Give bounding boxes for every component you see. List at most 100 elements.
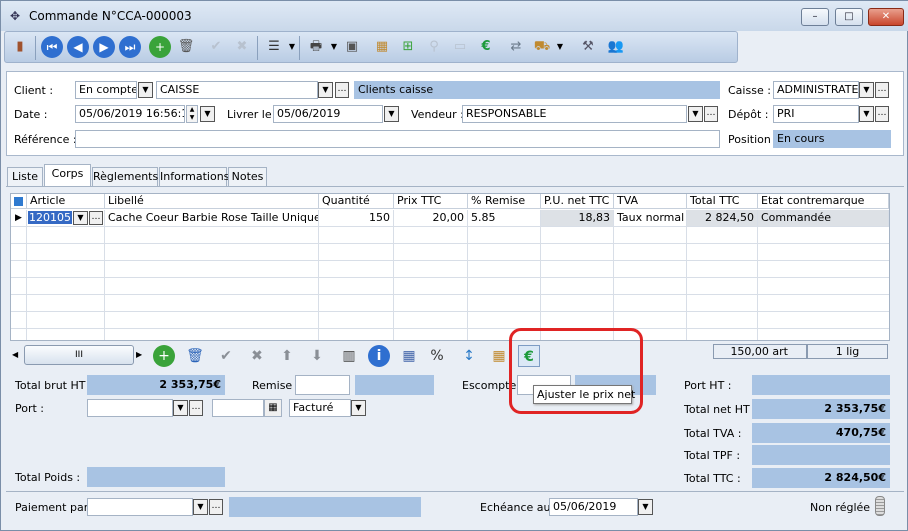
preview-icon[interactable]: ▣ xyxy=(341,36,363,58)
first-record-icon[interactable]: ⏮ xyxy=(41,36,63,58)
tab-reglements[interactable]: Règlements xyxy=(92,167,158,186)
tools-icon[interactable]: ⚒ xyxy=(577,36,599,58)
livrer-date-input[interactable]: 05/06/2019 xyxy=(273,105,383,123)
transfer-icon[interactable]: ⇄ xyxy=(505,36,527,58)
col-header-quantite[interactable]: Quantité xyxy=(319,194,394,209)
last-record-icon[interactable]: ⏭ xyxy=(119,36,141,58)
chevron-down-icon[interactable]: ▼ xyxy=(138,82,153,98)
scroll-left-icon[interactable]: ◀ xyxy=(12,347,22,363)
quantite-cell[interactable]: 150 xyxy=(319,210,394,227)
maximize-button[interactable]: □ xyxy=(835,8,863,26)
barcode-icon[interactable]: ▥ xyxy=(338,345,360,367)
col-header-tva[interactable]: TVA xyxy=(614,194,687,209)
chevron-down-icon[interactable]: ▼ xyxy=(351,400,366,416)
chevron-down-icon[interactable]: ▼ xyxy=(200,106,215,122)
port-browse-button[interactable]: … xyxy=(189,400,203,416)
chevron-down-icon[interactable]: ▼ xyxy=(318,82,333,98)
prix-cell[interactable]: 20,00 xyxy=(394,210,468,227)
date-input[interactable]: 05/06/2019 16:56:11 xyxy=(75,105,185,123)
chevron-down-icon[interactable]: ▼ xyxy=(73,211,88,225)
select-all-header[interactable] xyxy=(11,194,27,209)
total-cell: 2 824,50 xyxy=(687,210,758,227)
port-select[interactable] xyxy=(87,399,173,417)
tab-notes[interactable]: Notes xyxy=(228,167,267,186)
next-record-icon[interactable]: ▶ xyxy=(93,36,115,58)
article-browse-button[interactable]: … xyxy=(89,211,103,225)
vertical-arrows-icon[interactable]: ↕ xyxy=(458,345,480,367)
minimize-button[interactable]: – xyxy=(801,8,829,26)
calculator-icon[interactable]: ▦ xyxy=(264,399,282,417)
info-icon[interactable]: i xyxy=(368,345,390,367)
port-ht-label: Port HT : xyxy=(684,379,732,392)
remise-input[interactable] xyxy=(295,375,350,395)
delete-line-icon[interactable]: 🗑 xyxy=(184,345,206,367)
col-header-etat[interactable]: Etat contremarque xyxy=(758,194,889,209)
caisse-select[interactable]: ADMINISTRATE xyxy=(773,81,859,99)
depot-browse-button[interactable]: … xyxy=(875,106,889,122)
exit-door-icon[interactable]: ▮ xyxy=(9,36,31,58)
package-icon[interactable]: ▦ xyxy=(371,36,393,58)
chevron-down-icon[interactable]: ▼ xyxy=(193,499,208,515)
vendeur-browse-button[interactable]: … xyxy=(704,106,718,122)
col-header-article[interactable]: Article xyxy=(27,194,105,209)
paiement-select[interactable] xyxy=(87,498,193,516)
chevron-down-icon[interactable]: ▼ xyxy=(173,400,188,416)
remise-cell[interactable]: 5.85 xyxy=(468,210,541,227)
move-up-icon[interactable]: ⬆ xyxy=(276,345,298,367)
scroll-right-icon[interactable]: ▶ xyxy=(136,347,146,363)
libelle-cell[interactable]: Cache Coeur Barbie Rose Taille Unique xyxy=(105,210,319,227)
chevron-down-icon[interactable]: ▼ xyxy=(549,36,571,58)
client-browse-button[interactable]: … xyxy=(335,82,349,98)
echeance-date-input[interactable]: 05/06/2019 xyxy=(549,498,638,516)
col-header-libelle[interactable]: Libellé xyxy=(105,194,319,209)
boxes-icon[interactable]: ▦ xyxy=(488,345,510,367)
tab-liste[interactable]: Liste xyxy=(7,167,43,186)
facture-select[interactable]: Facturé xyxy=(289,399,351,417)
cancel-line-icon[interactable]: ✖ xyxy=(246,345,268,367)
echeance-label: Echéance au : xyxy=(480,501,558,514)
port-amount-input[interactable] xyxy=(212,399,264,417)
percent-icon[interactable]: % xyxy=(426,345,448,367)
link-icon: ⚲ xyxy=(429,39,439,54)
article-cell[interactable]: 120105 xyxy=(28,211,72,224)
col-header-total-ttc[interactable]: Total TTC xyxy=(687,194,758,209)
new-document-icon[interactable]: ⊞ xyxy=(397,36,419,58)
col-header-pu-net[interactable]: P.U. net TTC xyxy=(541,194,614,209)
euro-icon[interactable]: € xyxy=(475,36,497,58)
depot-select[interactable]: PRI xyxy=(773,105,859,123)
paiement-label: Paiement par : xyxy=(15,501,96,514)
chevron-down-icon[interactable]: ▼ xyxy=(688,106,703,122)
client-type-select[interactable]: En compte xyxy=(75,81,137,99)
tab-informations[interactable]: Informations xyxy=(159,167,229,186)
chevron-down-icon[interactable]: ▼ xyxy=(638,499,653,515)
close-button[interactable]: ✕ xyxy=(868,8,904,26)
reference-input[interactable] xyxy=(75,130,720,148)
footer-divider xyxy=(6,491,904,492)
position-label: Position : xyxy=(728,133,779,146)
chevron-down-icon[interactable]: ▼ xyxy=(859,82,874,98)
previous-record-icon[interactable]: ◀ xyxy=(67,36,89,58)
client-code-input[interactable]: CAISSE xyxy=(156,81,318,99)
validate-line-icon[interactable]: ✔ xyxy=(215,345,237,367)
users-icon[interactable]: 👥 xyxy=(605,36,627,58)
tab-corps[interactable]: Corps xyxy=(44,164,91,187)
window-title: Commande N°CCA-000003 xyxy=(29,9,192,23)
chevron-down-icon[interactable]: ▼ xyxy=(384,106,399,122)
tva-cell[interactable]: Taux normal xyxy=(614,210,687,227)
col-header-prix-ttc[interactable]: Prix TTC xyxy=(394,194,468,209)
total-brut-label: Total brut HT : xyxy=(15,379,93,392)
remise-label: Remise : xyxy=(252,379,300,392)
add-record-icon[interactable]: + xyxy=(149,36,171,58)
col-header-remise[interactable]: % Remise xyxy=(468,194,541,209)
vendeur-select[interactable]: RESPONSABLE xyxy=(462,105,687,123)
total-brut-value: 2 353,75€ xyxy=(87,375,225,395)
chevron-down-icon[interactable]: ▼ xyxy=(859,106,874,122)
delete-trash-icon[interactable]: 🗑 xyxy=(175,36,197,58)
caisse-browse-button[interactable]: … xyxy=(875,82,889,98)
horizontal-scrollbar[interactable]: III xyxy=(24,345,134,365)
date-spinner[interactable]: ▲ ▼ xyxy=(186,105,198,123)
move-down-icon[interactable]: ⬇ xyxy=(306,345,328,367)
calculator-icon[interactable]: ▦ xyxy=(398,345,420,367)
paiement-browse-button[interactable]: … xyxy=(209,499,223,515)
add-line-icon[interactable]: + xyxy=(153,345,175,367)
